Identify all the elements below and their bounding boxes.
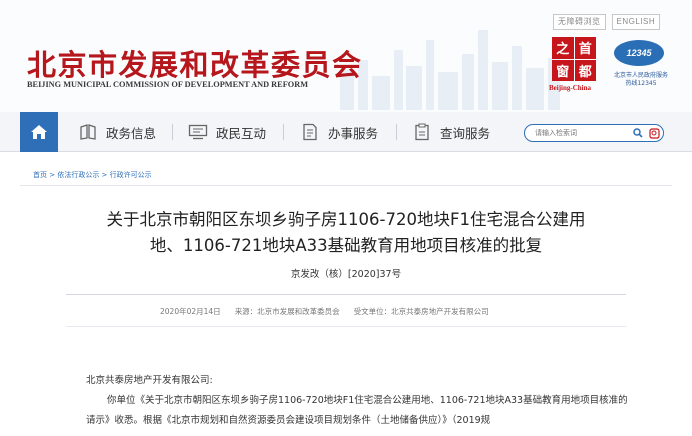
home-icon (31, 125, 47, 139)
accessibility-link[interactable]: 无障碍浏览 (553, 14, 606, 30)
site-title[interactable]: 北京市发展和改革委员会 (27, 42, 363, 84)
book-icon (78, 122, 98, 142)
nav-divider (283, 124, 284, 140)
seal-char: 之 (552, 37, 574, 59)
advanced-search-icon (648, 127, 660, 139)
article-title-line: 关于北京市朝阳区东坝乡驹子房1106-720地块F1住宅混合公建用 (106, 210, 586, 229)
nav-item-services[interactable]: 办事服务 (300, 112, 378, 152)
clipboard-icon (412, 122, 432, 142)
hotline-logo[interactable]: 12345 (614, 40, 664, 66)
recipient-unit: 受文单位：北京共泰房地产开发有限公司 (353, 307, 489, 316)
english-link[interactable]: ENGLISH (611, 14, 661, 30)
seal-label: Beijing-China (549, 84, 592, 92)
search-box (524, 124, 664, 142)
article-source: 来源：北京市发展和改革委员会 (234, 307, 340, 316)
seal-char: 首 (574, 37, 596, 59)
screen-icon (188, 122, 208, 142)
nav-divider (396, 124, 397, 140)
nav-item-label: 查询服务 (440, 125, 491, 141)
divider (20, 185, 672, 186)
seal-char: 窗 (552, 59, 574, 81)
divider (66, 294, 626, 295)
article-body: 你单位《关于北京市朝阳区东坝乡驹子房1106-720地块F1住宅混合公建用地、1… (86, 395, 628, 426)
skyline-decoration (340, 30, 560, 110)
nav-item-label: 政务信息 (106, 125, 157, 141)
search-button[interactable] (631, 126, 645, 140)
nav-item-label: 政民互动 (216, 125, 267, 141)
article-title-line: 地、1106-721地块A33基础教育用地项目核准的批复 (149, 236, 543, 255)
advanced-search-button[interactable] (647, 126, 661, 140)
search-icon (633, 128, 643, 138)
document-number: 京发改（核）[2020]37号 (290, 269, 402, 280)
breadcrumb[interactable]: 首页 > 依法行政公示 > 行政许可公示 (33, 170, 152, 180)
seal-char: 都 (574, 59, 596, 81)
search-input[interactable] (535, 129, 629, 137)
nav-item-gov-info[interactable]: 政务信息 (78, 112, 156, 152)
utility-links: 无障碍浏览 ENGLISH (553, 14, 661, 30)
article-meta: 2020年02月14日 来源：北京市发展和改革委员会 受文单位：北京共泰房地产开… (160, 306, 489, 317)
divider (66, 326, 626, 327)
letter-recipient: 北京共泰房地产开发有限公司: (86, 375, 213, 386)
site-title-english: BEIJING MUNICIPAL COMMISSION OF DEVELOPM… (27, 80, 309, 89)
capital-window-seal-logo[interactable]: 之 首 窗 都 (552, 37, 596, 81)
article-title: 关于北京市朝阳区东坝乡驹子房1106-720地块F1住宅混合公建用 地、1106… (40, 207, 652, 259)
nav-item-interaction[interactable]: 政民互动 (188, 112, 266, 152)
nav-item-label: 办事服务 (328, 125, 379, 141)
publish-date: 2020年02月14日 (160, 307, 221, 316)
nav-home-button[interactable] (20, 112, 58, 152)
nav-item-query[interactable]: 查询服务 (412, 112, 490, 152)
document-icon (300, 122, 320, 142)
hotline-caption: 北京市人民政府服务热线12345 (613, 72, 668, 87)
nav-divider (172, 124, 173, 140)
site-header: 无障碍浏览 ENGLISH 北京市发展和改革委员会 BEIJING MUNICI… (0, 0, 692, 112)
